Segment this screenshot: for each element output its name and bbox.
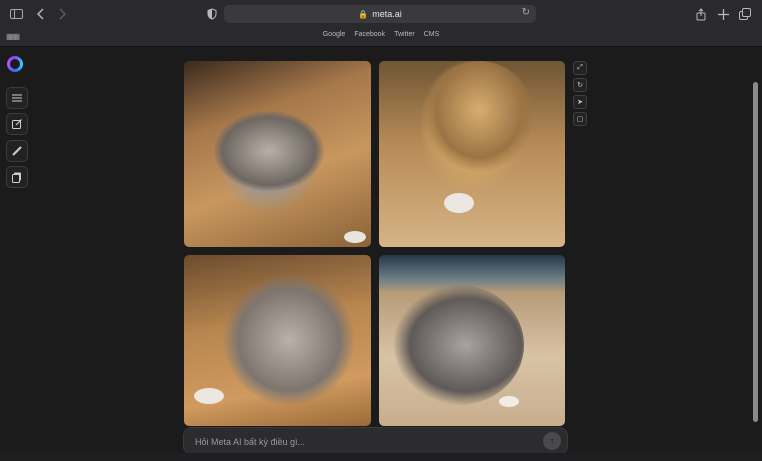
generated-image-2[interactable] (379, 61, 565, 247)
share-icon[interactable] (693, 6, 709, 22)
seashell-figure (499, 396, 519, 407)
expand-icon: ⤢ (577, 64, 583, 71)
new-tab-icon[interactable] (715, 6, 731, 22)
menu-button[interactable] (6, 87, 28, 109)
lock-icon: 🔒 (358, 9, 369, 19)
prompt-input[interactable] (193, 433, 527, 451)
meta-ai-logo-icon[interactable] (7, 56, 23, 72)
reload-icon[interactable]: ↻ (522, 7, 530, 18)
bottom-strip (0, 453, 762, 461)
back-icon[interactable] (33, 6, 49, 22)
address-bar[interactable]: 🔒 meta.ai ↻ (224, 5, 536, 23)
seashell-figure (444, 193, 474, 213)
generated-image-1[interactable] (184, 61, 371, 247)
bookmark-facebook[interactable]: Facebook (354, 31, 385, 38)
scrollbar-thumb[interactable] (753, 82, 758, 422)
send-icon: ➤ (577, 99, 583, 106)
menu-icon (12, 94, 22, 102)
tab-overview-icon[interactable] (737, 6, 753, 22)
generated-image-3[interactable] (184, 255, 371, 426)
seashell-figure (344, 231, 366, 243)
share-image-button[interactable]: ➤ (573, 95, 587, 109)
browser-toolbar: 🔒 meta.ai ↻ ▦▦ Google Facebook Twitter C… (0, 0, 762, 47)
expand-button[interactable]: ⤢ (573, 61, 587, 75)
privacy-shield-icon[interactable] (204, 6, 220, 22)
url-text: meta.ai (372, 9, 402, 19)
pages-icon (12, 172, 21, 183)
copy-icon: ▢ (576, 116, 584, 123)
regenerate-button[interactable]: ↻ (573, 78, 587, 92)
pen-icon (12, 146, 22, 156)
arrow-up-icon: ↑ (549, 435, 555, 447)
copy-button[interactable]: ▢ (573, 112, 587, 126)
regenerate-icon: ↻ (577, 82, 583, 89)
prompt-composer: ↑ (183, 427, 568, 455)
send-button[interactable]: ↑ (543, 432, 561, 450)
generated-image-4[interactable] (379, 255, 565, 426)
imagine-button[interactable] (6, 140, 28, 162)
bookmark-cms[interactable]: CMS (424, 31, 440, 38)
pages-button[interactable] (6, 166, 28, 188)
page-scrollbar[interactable] (752, 60, 759, 432)
cat-figure (394, 285, 524, 405)
cat-figure (424, 61, 534, 171)
cat-figure (214, 111, 324, 191)
new-chat-icon (12, 119, 22, 129)
cat-figure (224, 275, 354, 405)
bookmark-twitter[interactable]: Twitter (394, 31, 415, 38)
new-chat-button[interactable] (6, 113, 28, 135)
forward-icon[interactable] (54, 6, 70, 22)
sidebar-toggle-icon[interactable] (8, 6, 24, 22)
sidebar (0, 47, 34, 461)
seashell-figure (194, 388, 224, 404)
bookmarks-bar: Google Facebook Twitter CMS (0, 31, 762, 38)
bookmark-google[interactable]: Google (323, 31, 346, 38)
